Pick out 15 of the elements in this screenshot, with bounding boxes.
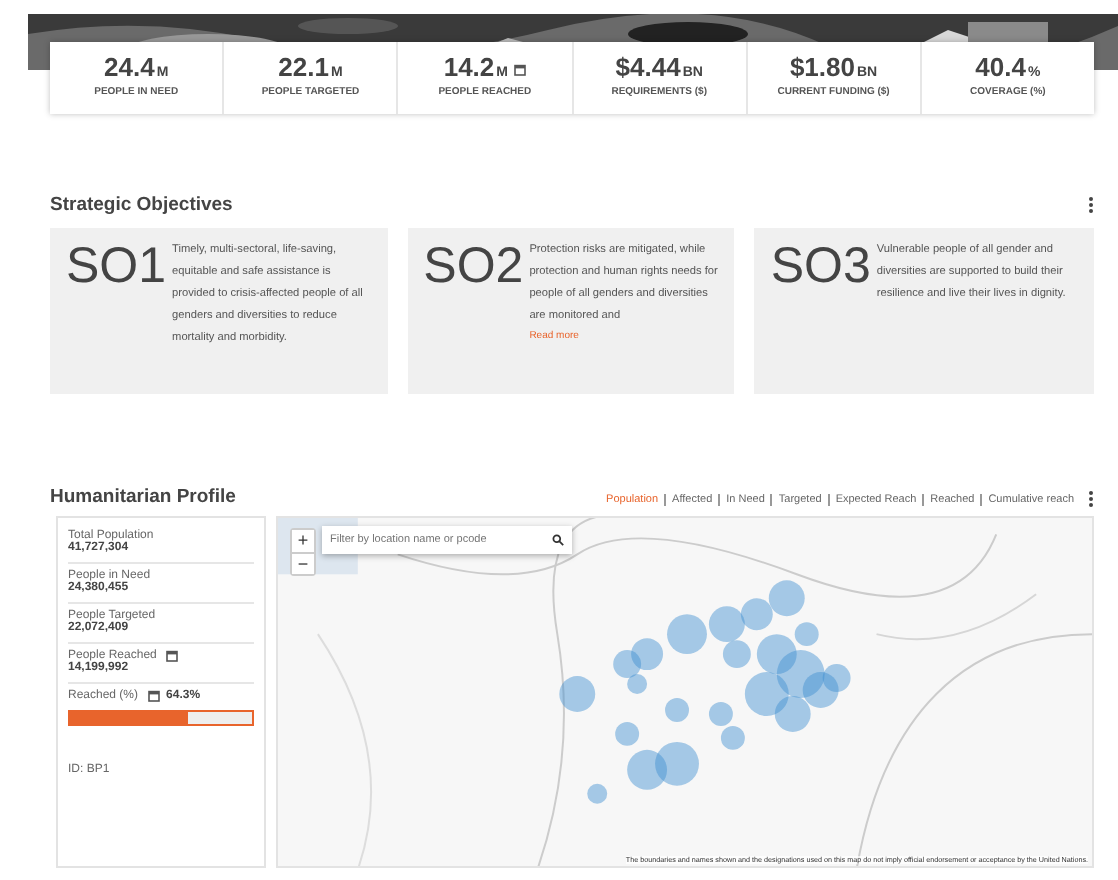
objective-code: SO3 [770,244,871,288]
zoom-out-button[interactable]: − [292,552,314,574]
stat-value: 14.2 [443,52,495,82]
objective-code: SO1 [66,244,167,288]
stat-value: 40.4 [975,52,1026,82]
stat-value: $4.44 [615,52,681,82]
search-icon [552,534,564,546]
section-title: Humanitarian Profile [50,486,236,508]
more-menu-icon[interactable] [1088,490,1094,508]
objective-code: SO2 [423,244,524,288]
more-menu-icon[interactable] [1088,196,1094,214]
stat-value: 24.4 [104,52,155,82]
stat-value: $1.80 [789,52,855,82]
section-title: Strategic Objectives [50,194,233,216]
stat-value: 22.1 [278,52,329,82]
